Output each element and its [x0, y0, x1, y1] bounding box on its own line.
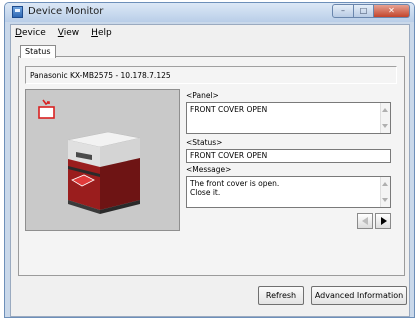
message-line-2: Close it.	[190, 188, 221, 197]
close-button[interactable]: ✕	[374, 4, 410, 18]
arrow-right-icon	[381, 217, 387, 225]
status-label: <Status>	[186, 138, 223, 147]
status-text: FRONT COVER OPEN	[190, 151, 268, 160]
client-area: Device View Help Status Panasonic KX-MB2…	[10, 24, 410, 317]
panel-scrollbar[interactable]	[380, 103, 390, 133]
refresh-button[interactable]: Refresh	[258, 286, 304, 305]
scroll-down-icon[interactable]	[382, 124, 388, 128]
tab-status[interactable]: Status	[20, 45, 56, 58]
status-tab-panel: Panasonic KX-MB2575 - 10.178.7.125 <Pane…	[18, 56, 405, 276]
message-line-1: The front cover is open.	[190, 179, 280, 188]
refresh-button-label: Refresh	[265, 291, 297, 300]
message-label: <Message>	[186, 165, 232, 174]
arrow-left-icon	[362, 217, 368, 225]
message-field: The front cover is open. Close it.	[186, 176, 391, 208]
menu-device[interactable]: Device	[15, 27, 46, 40]
message-scrollbar[interactable]	[380, 177, 390, 207]
status-field: FRONT COVER OPEN	[186, 149, 391, 163]
window-title: Device Monitor	[28, 6, 104, 17]
panel-display-text: FRONT COVER OPEN	[190, 105, 268, 114]
minimize-button[interactable]: –	[332, 4, 354, 18]
device-name-label: Panasonic KX-MB2575 - 10.178.7.125	[25, 66, 397, 84]
title-bar[interactable]: Device Monitor – □ ✕	[5, 3, 414, 22]
menu-view[interactable]: View	[58, 27, 79, 40]
device-monitor-window: Device Monitor – □ ✕ Device View Help St…	[4, 2, 415, 318]
cover-open-alert-icon	[38, 99, 55, 119]
menu-bar: Device View Help	[15, 27, 112, 40]
scroll-down-icon[interactable]	[382, 198, 388, 202]
printer-icon	[67, 131, 141, 214]
advanced-information-button-label: Advanced Information	[314, 291, 404, 300]
scroll-up-icon[interactable]	[382, 108, 388, 112]
next-message-button[interactable]	[375, 213, 391, 229]
window-controls: – □ ✕	[332, 4, 410, 20]
previous-message-button[interactable]	[357, 213, 373, 229]
panel-display-field: FRONT COVER OPEN	[186, 102, 391, 134]
scroll-up-icon[interactable]	[382, 182, 388, 186]
maximize-button[interactable]: □	[354, 4, 374, 18]
advanced-information-button[interactable]: Advanced Information	[311, 286, 407, 305]
app-icon	[12, 6, 23, 18]
panel-label: <Panel>	[186, 91, 219, 100]
menu-help[interactable]: Help	[91, 27, 112, 40]
device-image-area	[25, 89, 180, 231]
